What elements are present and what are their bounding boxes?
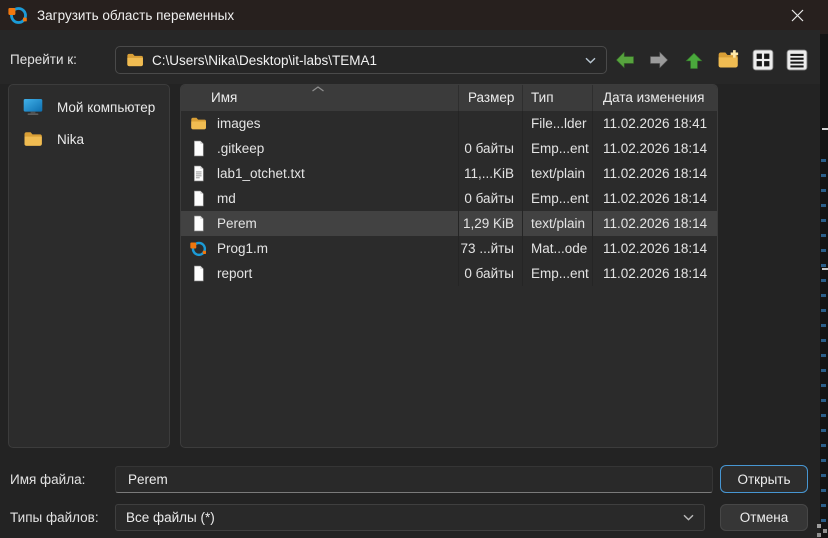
file-date: 11.02.2026 18:14 [592, 186, 717, 211]
file-date: 11.02.2026 18:14 [592, 136, 717, 161]
column-header-type[interactable]: Тип [522, 85, 592, 111]
folder-icon [126, 51, 144, 69]
computer-icon [21, 97, 45, 117]
text-file-icon [190, 165, 207, 182]
background-corner-glyph [817, 524, 821, 528]
places-panel: Мой компьютер Nika [8, 84, 170, 448]
up-button[interactable] [681, 46, 707, 74]
file-type: Emp...ent [522, 186, 592, 211]
close-icon [791, 9, 804, 22]
file-name: .gitkeep [217, 136, 264, 161]
file-name: report [217, 261, 252, 286]
scilab-icon [190, 240, 207, 257]
table-row[interactable]: Prog1.m 73 ...йты Mat...ode 11.02.2026 1… [181, 236, 717, 261]
nav-buttons [612, 46, 810, 74]
table-row[interactable]: Perem 1,29 KiB text/plain 11.02.2026 18:… [181, 211, 717, 236]
file-date: 11.02.2026 18:14 [592, 211, 717, 236]
file-type: text/plain [522, 211, 592, 236]
file-size: 11,...KiB [458, 161, 522, 186]
up-arrow-icon [683, 49, 705, 71]
folder-icon [21, 129, 45, 149]
file-name: md [217, 186, 236, 211]
details-view-icon [786, 49, 808, 71]
title-bar: Загрузить область переменных [0, 0, 820, 30]
go-to-label: Перейти к: [10, 46, 77, 74]
sidebar-item[interactable]: Мой компьютер [9, 91, 169, 123]
chevron-down-icon [585, 57, 596, 64]
file-size [458, 111, 522, 136]
path-combobox[interactable]: C:\Users\Nika\Desktop\it-labs\ТЕМА1 [115, 46, 607, 74]
close-button[interactable] [774, 0, 820, 30]
path-value: C:\Users\Nika\Desktop\it-labs\ТЕМА1 [152, 53, 577, 68]
column-header-date[interactable]: Дата изменения [592, 85, 717, 111]
details-view-button[interactable] [784, 46, 810, 74]
table-row[interactable]: .gitkeep 0 байты Emp...ent 11.02.2026 18… [181, 136, 717, 161]
window-title: Загрузить область переменных [37, 8, 234, 23]
filename-input[interactable] [115, 466, 713, 493]
file-name: lab1_otchet.txt [217, 161, 305, 186]
filetype-value: Все файлы (*) [126, 510, 683, 525]
filename-label: Имя файла: [10, 466, 85, 493]
chevron-down-icon [683, 514, 694, 521]
table-row[interactable]: report 0 байты Emp...ent 11.02.2026 18:1… [181, 261, 717, 286]
file-type: text/plain [522, 161, 592, 186]
file-type: Mat...ode [522, 236, 592, 261]
file-date: 11.02.2026 18:14 [592, 161, 717, 186]
file-icon [190, 215, 207, 232]
file-size: 0 байты [458, 186, 522, 211]
table-header: Имя Размер Тип Дата изменения [181, 85, 717, 111]
forward-button[interactable] [646, 46, 672, 74]
back-button[interactable] [612, 46, 638, 74]
new-folder-button[interactable] [715, 46, 741, 74]
load-variables-dialog: Загрузить область переменных Перейти к: … [0, 0, 820, 538]
folder-icon [190, 115, 207, 132]
file-name: Perem [217, 211, 257, 236]
screen: Загрузить область переменных Перейти к: … [0, 0, 828, 538]
file-size: 0 байты [458, 136, 522, 161]
file-type: Emp...ent [522, 261, 592, 286]
file-list-panel: Имя Размер Тип Дата изменения images Fil… [180, 84, 718, 448]
file-date: 11.02.2026 18:14 [592, 261, 717, 286]
new-folder-icon [717, 49, 739, 71]
file-name: images [217, 111, 261, 136]
cancel-button[interactable]: Отмена [720, 504, 808, 531]
column-header-size[interactable]: Размер [458, 85, 522, 111]
file-date: 11.02.2026 18:41 [592, 111, 717, 136]
sidebar-item[interactable]: Nika [9, 123, 169, 155]
table-row[interactable]: images File...lder 11.02.2026 18:41 [181, 111, 717, 136]
file-size: 1,29 KiB [458, 211, 522, 236]
filetype-label: Типы файлов: [10, 504, 99, 531]
scilab-logo-icon [8, 5, 28, 25]
file-icon [190, 140, 207, 157]
grid-view-icon [752, 49, 774, 71]
filetype-dropdown[interactable]: Все файлы (*) [115, 504, 705, 531]
sort-up-icon [311, 86, 325, 92]
table-row[interactable]: lab1_otchet.txt 11,...KiB text/plain 11.… [181, 161, 717, 186]
back-arrow-icon [614, 49, 636, 71]
open-button[interactable]: Открыть [720, 465, 808, 493]
table-row[interactable]: md 0 байты Emp...ent 11.02.2026 18:14 [181, 186, 717, 211]
file-table-body: images File...lder 11.02.2026 18:41 .git… [181, 111, 717, 286]
file-size: 0 байты [458, 261, 522, 286]
grid-view-button[interactable] [750, 46, 776, 74]
file-size: 73 ...йты [458, 236, 522, 261]
forward-arrow-icon [648, 49, 670, 71]
file-date: 11.02.2026 18:14 [592, 236, 717, 261]
file-type: Emp...ent [522, 136, 592, 161]
file-icon [190, 265, 207, 282]
file-name: Prog1.m [217, 236, 268, 261]
background-window-sliver [820, 0, 828, 538]
file-icon [190, 190, 207, 207]
file-type: File...lder [522, 111, 592, 136]
